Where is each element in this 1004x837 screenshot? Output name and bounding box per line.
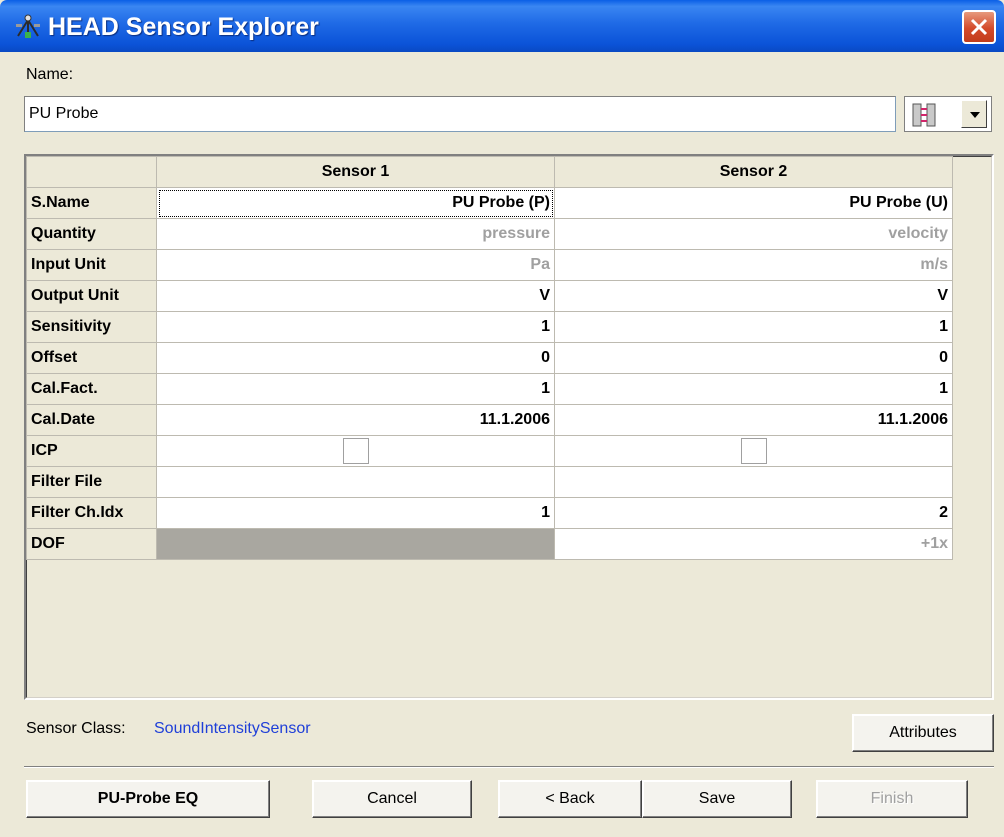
back-button[interactable]: < Back	[498, 780, 642, 818]
cell-s1-sensitivity[interactable]: 1	[156, 311, 555, 343]
close-button[interactable]	[962, 10, 996, 44]
sensor-app-icon	[16, 14, 40, 38]
pu-probe-eq-button[interactable]: PU-Probe EQ	[26, 780, 270, 818]
column-header-sensor-1[interactable]: Sensor 1	[156, 156, 555, 188]
row-label: Sensitivity	[26, 311, 157, 343]
close-icon	[970, 18, 988, 36]
cell-s1-icp	[156, 435, 555, 467]
cancel-label: Cancel	[367, 790, 417, 807]
sensor-pair-icon	[912, 103, 936, 127]
grid-header-row: Sensor 1 Sensor 2	[26, 156, 953, 188]
row-label: DOF	[26, 528, 157, 560]
save-label: Save	[698, 790, 736, 807]
column-header-sensor-2[interactable]: Sensor 2	[554, 156, 953, 188]
pu-probe-eq-label: PU-Probe EQ	[97, 790, 199, 807]
row-label: Offset	[26, 342, 157, 374]
icp-checkbox-sensor-1[interactable]	[342, 438, 369, 464]
row-label: Cal.Date	[26, 404, 157, 436]
table-row: Filter File	[26, 466, 953, 498]
row-label: Cal.Fact.	[26, 373, 157, 405]
cell-s2-dof[interactable]: +1x	[554, 528, 953, 560]
row-label: Quantity	[26, 218, 157, 250]
table-row: Output Unit V V	[26, 280, 953, 312]
cell-s1-output-unit[interactable]: V	[156, 280, 555, 312]
cell-s2-input-unit: m/s	[554, 249, 953, 281]
cancel-button[interactable]: Cancel	[312, 780, 472, 818]
cell-s2-sname[interactable]: PU Probe (U)	[554, 187, 953, 219]
table-row: S.Name PU Probe (P) PU Probe (U)	[26, 187, 953, 219]
cell-s2-output-unit[interactable]: V	[554, 280, 953, 312]
table-row: Filter Ch.Idx 1 2	[26, 497, 953, 529]
icp-checkbox-sensor-2[interactable]	[740, 438, 767, 464]
sensor-explorer-window: HEAD Sensor Explorer Name: PU Probe Sens…	[0, 0, 1004, 837]
chevron-down-icon	[970, 112, 980, 118]
window-title: HEAD Sensor Explorer	[48, 13, 319, 41]
table-row: Offset 0 0	[26, 342, 953, 374]
sensor-class-value: SoundIntensitySensor	[154, 720, 311, 737]
cell-s2-icp	[554, 435, 953, 467]
cell-s2-offset[interactable]: 0	[554, 342, 953, 374]
finish-label: Finish	[870, 790, 914, 807]
sensor-grid: Sensor 1 Sensor 2 S.Name PU Probe (P) PU…	[24, 154, 994, 700]
table-row: Input Unit Pa m/s	[26, 249, 953, 281]
corner-header	[26, 156, 157, 188]
name-label: Name:	[26, 66, 74, 83]
row-label: Output Unit	[26, 280, 157, 312]
row-label: ICP	[26, 435, 157, 467]
table-row: Cal.Date 11.1.2006 11.1.2006	[26, 404, 953, 436]
cell-s2-filter-ch-idx[interactable]: 2	[554, 497, 953, 529]
cell-s1-dof	[156, 528, 555, 560]
cell-s2-filter-file[interactable]	[554, 466, 953, 498]
table-row: ICP	[26, 435, 953, 467]
table-row: Cal.Fact. 1 1	[26, 373, 953, 405]
cell-s1-cal-fact[interactable]: 1	[156, 373, 555, 405]
row-label: Input Unit	[26, 249, 157, 281]
title-bar[interactable]: HEAD Sensor Explorer	[0, 0, 1004, 52]
cell-s2-cal-fact[interactable]: 1	[554, 373, 953, 405]
row-label: Filter Ch.Idx	[26, 497, 157, 529]
name-input[interactable]	[24, 96, 896, 132]
combo-dropdown-button[interactable]	[961, 100, 987, 128]
cell-s1-offset[interactable]: 0	[156, 342, 555, 374]
cell-s2-sensitivity[interactable]: 1	[554, 311, 953, 343]
sensor-class-label: Sensor Class:	[26, 720, 126, 737]
cell-s2-quantity: velocity	[554, 218, 953, 250]
finish-button: Finish	[816, 780, 968, 818]
table-row: Sensitivity 1 1	[26, 311, 953, 343]
cell-s1-input-unit: Pa	[156, 249, 555, 281]
cell-s1-sname[interactable]: PU Probe (P)	[156, 187, 555, 219]
cell-s1-cal-date[interactable]: 11.1.2006	[156, 404, 555, 436]
row-label: S.Name	[26, 187, 157, 219]
attributes-button[interactable]: Attributes	[852, 714, 994, 752]
table-row: Quantity pressure velocity	[26, 218, 953, 250]
separator	[24, 766, 994, 768]
cell-s2-cal-date[interactable]: 11.1.2006	[554, 404, 953, 436]
row-label: Filter File	[26, 466, 157, 498]
cell-s1-filter-file[interactable]	[156, 466, 555, 498]
attributes-label: Attributes	[889, 724, 957, 741]
table-row: DOF +1x	[26, 528, 953, 560]
back-label: < Back	[545, 790, 595, 807]
cell-s1-filter-ch-idx[interactable]: 1	[156, 497, 555, 529]
sensor-table: Sensor 1 Sensor 2 S.Name PU Probe (P) PU…	[26, 156, 953, 560]
save-button[interactable]: Save	[642, 780, 792, 818]
cell-s1-quantity: pressure	[156, 218, 555, 250]
sensor-type-combo[interactable]	[904, 96, 992, 132]
